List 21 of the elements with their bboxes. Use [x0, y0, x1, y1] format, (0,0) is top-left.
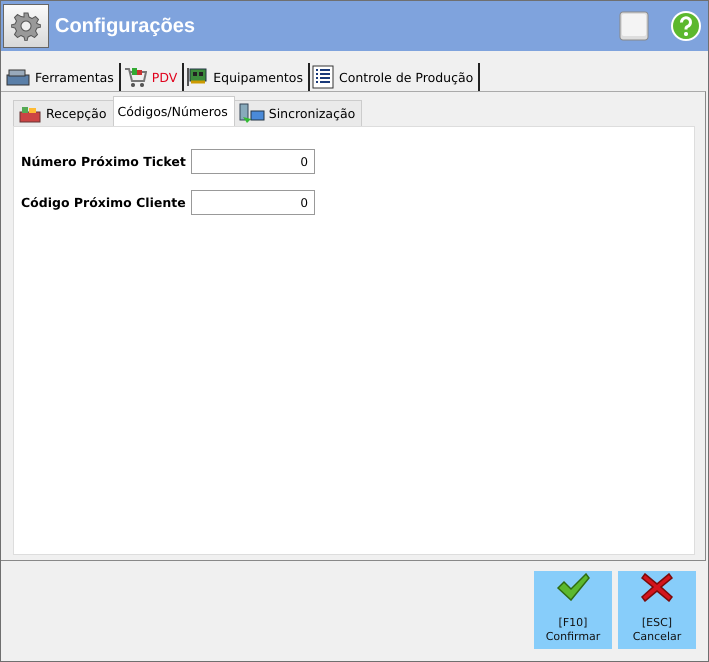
help-icon[interactable]	[670, 10, 702, 42]
circuit-board-icon	[186, 66, 208, 88]
gear-icon	[3, 4, 49, 48]
toolbox-icon	[6, 67, 30, 87]
list-icon	[312, 65, 334, 89]
field-label: Código Próximo Cliente	[21, 195, 187, 210]
window-title: Configurações	[55, 14, 196, 38]
field-label: Número Próximo Ticket	[21, 154, 187, 169]
cart-icon	[122, 65, 147, 89]
confirm-button[interactable]: [F10] Confirmar	[534, 571, 612, 649]
tab[interactable]: Controle de Produção	[310, 63, 480, 91]
square-button[interactable]	[618, 10, 650, 42]
tab[interactable]: Códigos/Números	[112, 96, 235, 126]
tab[interactable]: Sincronização	[234, 100, 362, 126]
tab[interactable]: Equipamentos	[184, 63, 310, 91]
cancel-button[interactable]: [ESC] Cancelar	[618, 571, 696, 649]
input-field[interactable]: 0	[191, 149, 315, 174]
tab[interactable]: Ferramentas	[4, 63, 121, 91]
computers-icon	[238, 102, 265, 124]
tab[interactable]: Recepção	[13, 100, 114, 126]
input-field[interactable]: 0	[191, 190, 315, 215]
